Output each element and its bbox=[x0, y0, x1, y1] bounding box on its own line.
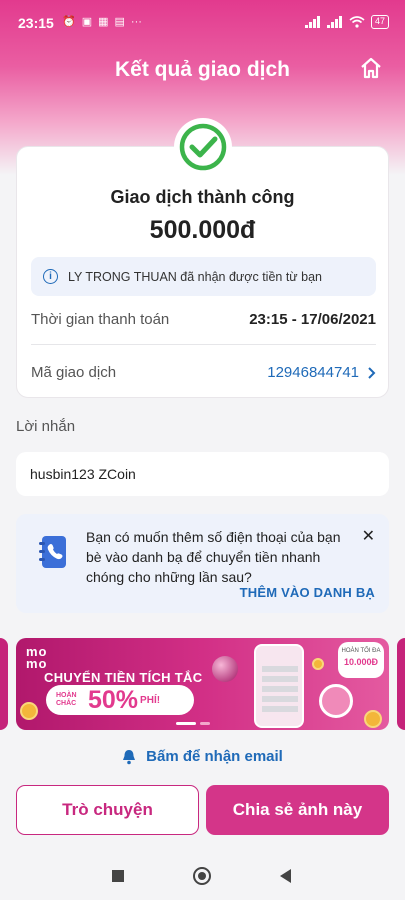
status-time: 23:15 bbox=[18, 15, 54, 31]
transaction-id-value: 12946844741 bbox=[267, 364, 359, 381]
banner-phone-illustration bbox=[254, 644, 304, 728]
transaction-id-label: Mã giao dịch bbox=[31, 364, 117, 381]
home-icon[interactable] bbox=[359, 56, 383, 80]
alarm-off-icon: ⏰ bbox=[62, 16, 76, 28]
transaction-status: Giao dịch thành công bbox=[110, 187, 295, 207]
android-nav-bar bbox=[0, 850, 405, 900]
recipient-info-text: LY TRONG THUAN đã nhận được tiền từ bạn bbox=[68, 269, 322, 284]
recent-apps-icon[interactable] bbox=[112, 870, 124, 882]
banner-headline: CHUYỂN TIỀN TÍCH TẮC bbox=[44, 670, 203, 685]
payment-time-row: Thời gian thanh toán 23:15 - 17/06/2021 bbox=[31, 311, 376, 328]
message-text: husbin123 ZCoin bbox=[30, 466, 136, 482]
banner-badge-label: HOÀN TỐI ĐA bbox=[341, 648, 381, 654]
transaction-amount: 500.000đ bbox=[149, 216, 256, 244]
page-title: Kết quả giao dịch bbox=[114, 58, 290, 81]
contact-book-icon bbox=[39, 536, 66, 568]
coin-icon bbox=[20, 702, 38, 720]
bell-icon bbox=[123, 749, 136, 764]
signal-icon bbox=[304, 16, 320, 28]
momo-logo: mo mo bbox=[26, 644, 48, 671]
transaction-result-card: Giao dịch thành công 500.000đ i LY TRONG… bbox=[16, 146, 389, 398]
share-image-button[interactable]: Chia sẻ ảnh này bbox=[206, 785, 389, 835]
wifi-icon bbox=[349, 16, 365, 28]
banner-pagination bbox=[176, 722, 210, 725]
email-link-text: Bấm để nhận email bbox=[146, 748, 283, 765]
banner-next-peek[interactable] bbox=[397, 638, 405, 730]
banner-prev-peek[interactable] bbox=[0, 638, 8, 730]
banner-offer-pill: HOÀN CHẮC 50% PHÍ! bbox=[46, 685, 194, 715]
transaction-id-row[interactable]: Mã giao dịch 12946844741 bbox=[31, 364, 376, 381]
signal-icon-2 bbox=[326, 16, 342, 28]
recipient-info-banner: i LY TRONG THUAN đã nhận được tiền từ bạ… bbox=[31, 257, 376, 296]
add-to-contacts-button[interactable]: THÊM VÀO DANH BẠ bbox=[240, 585, 375, 600]
banner-ball-illustration bbox=[212, 656, 238, 682]
payment-time-value: 23:15 - 17/06/2021 bbox=[249, 311, 376, 328]
banner-offer-sub: HOÀN CHẮC bbox=[56, 692, 77, 707]
coin-icon bbox=[364, 710, 382, 728]
more-icon: ··· bbox=[130, 15, 142, 28]
banner-mascot-illustration bbox=[319, 684, 353, 718]
payment-time-label: Thời gian thanh toán bbox=[31, 311, 170, 328]
success-check-icon bbox=[174, 118, 232, 176]
banner-offer-suffix: PHÍ! bbox=[140, 694, 161, 706]
suggestion-text: Bạn có muốn thêm số điện thoại của bạn b… bbox=[86, 529, 341, 585]
status-notification-icons: ⏰ ▣ ▦ ▤ ··· bbox=[62, 15, 142, 29]
chat-button[interactable]: Trò chuyện bbox=[16, 785, 199, 835]
message-box: husbin123 ZCoin bbox=[16, 452, 389, 496]
banner-badge-value: 10.000Đ bbox=[343, 657, 379, 667]
status-bar: 23:15 ⏰ ▣ ▦ ▤ ··· 47 bbox=[0, 0, 405, 46]
messenger-icon: ▣ bbox=[81, 16, 93, 28]
transaction-id-link[interactable]: 12946844741 bbox=[267, 364, 376, 381]
battery-icon: 47 bbox=[370, 15, 389, 29]
info-icon: i bbox=[43, 269, 58, 284]
divider bbox=[31, 344, 376, 345]
message-section-label: Lời nhắn bbox=[16, 418, 76, 435]
close-icon[interactable]: ✕ bbox=[362, 526, 375, 546]
promo-banner[interactable]: mo mo CHUYỂN TIỀN TÍCH TẮC HOÀN CHẮC 50% … bbox=[16, 638, 389, 730]
momo-notification-icon: ▦ bbox=[98, 16, 109, 28]
banner-cashback-badge: HOÀN TỐI ĐA 10.000Đ bbox=[338, 642, 384, 678]
chevron-right-icon bbox=[368, 366, 376, 379]
add-contact-suggestion: Bạn có muốn thêm số điện thoại của bạn b… bbox=[16, 514, 389, 613]
news-icon: ▤ bbox=[114, 16, 125, 28]
back-icon[interactable] bbox=[280, 869, 291, 883]
coin-icon bbox=[312, 658, 324, 670]
banner-offer-percent: 50% bbox=[88, 685, 139, 714]
email-receipt-link[interactable]: Bấm để nhận email bbox=[0, 748, 405, 765]
home-nav-icon[interactable] bbox=[193, 867, 211, 885]
status-system-icons: 47 bbox=[304, 15, 389, 29]
